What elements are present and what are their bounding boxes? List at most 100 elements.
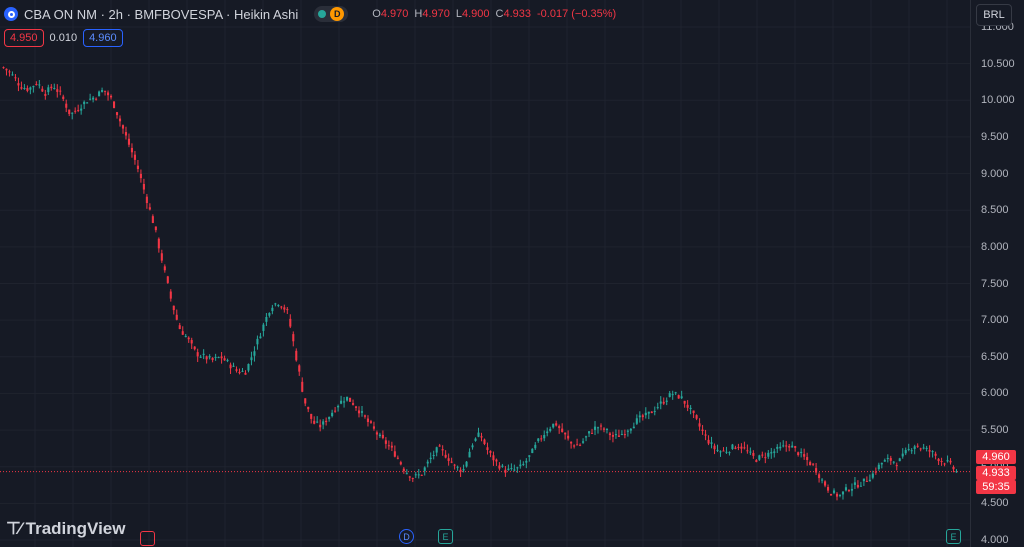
spread-value: 0.010 bbox=[49, 32, 78, 44]
candle-body bbox=[794, 446, 797, 448]
y-tick-label: 10.500 bbox=[981, 57, 1015, 70]
candle-body bbox=[465, 461, 468, 467]
candle-body bbox=[752, 452, 755, 456]
candle-body bbox=[922, 447, 925, 449]
candle-body bbox=[184, 336, 187, 338]
dividend-event-icon[interactable]: D bbox=[399, 529, 414, 544]
candle-body bbox=[791, 445, 794, 448]
candle-body bbox=[375, 432, 378, 435]
candle-body bbox=[910, 450, 913, 452]
candle-body bbox=[704, 434, 707, 436]
candle-body bbox=[806, 457, 809, 460]
earnings-event-icon-2[interactable]: E bbox=[946, 529, 961, 544]
candle-body bbox=[579, 444, 582, 446]
candle-body bbox=[77, 109, 80, 111]
candle-body bbox=[89, 98, 92, 100]
candle-body bbox=[244, 372, 247, 375]
candle-body bbox=[590, 432, 594, 434]
candle-body bbox=[38, 84, 41, 86]
candle-body bbox=[913, 446, 916, 449]
price-axis[interactable]: 11.000 10.500 10.000 9.500 9.000 8.500 8.000 7.… bbox=[970, 0, 1024, 547]
candle-body bbox=[707, 439, 710, 444]
candle-body bbox=[214, 356, 217, 358]
candle-body bbox=[181, 331, 184, 335]
candle-body bbox=[124, 132, 128, 136]
candle-body bbox=[540, 438, 543, 440]
candle-body bbox=[295, 350, 298, 361]
chart-title[interactable]: CBA ON NM · 2h · BMFBOVESPA · Heikin Ash… bbox=[24, 7, 298, 22]
candle-body bbox=[868, 479, 871, 482]
candle-body bbox=[450, 461, 453, 463]
candle-body bbox=[47, 87, 50, 93]
candle-body bbox=[298, 365, 301, 372]
buy-price-button[interactable]: 4.960 bbox=[83, 29, 123, 47]
candle-body bbox=[644, 412, 647, 416]
tradingview-logo[interactable]: ⊤⁄ TradingView bbox=[6, 519, 125, 539]
candle-body bbox=[758, 455, 761, 460]
earnings-event-icon[interactable]: E bbox=[438, 529, 453, 544]
market-status[interactable]: D bbox=[314, 6, 349, 22]
candle-body bbox=[453, 464, 456, 466]
candle-body bbox=[626, 430, 629, 432]
candle-body bbox=[829, 493, 833, 496]
candle-body bbox=[895, 465, 898, 467]
market-open-icon bbox=[318, 10, 327, 18]
candle-body bbox=[623, 434, 626, 436]
candle-body bbox=[130, 147, 134, 153]
candle-body bbox=[734, 447, 737, 449]
price-chart[interactable] bbox=[0, 0, 970, 547]
y-tick-label: 8.500 bbox=[981, 204, 1009, 217]
candle-body bbox=[761, 454, 764, 456]
candle-body bbox=[737, 446, 740, 448]
y-tick-label: 6.500 bbox=[981, 350, 1009, 363]
candle-body bbox=[381, 434, 384, 439]
sell-price-button[interactable]: 4.950 bbox=[4, 29, 44, 47]
candle-body bbox=[154, 226, 157, 231]
candle-body bbox=[498, 465, 501, 469]
candle-body bbox=[107, 92, 110, 96]
candle-body bbox=[483, 439, 486, 445]
candle-body bbox=[340, 400, 343, 404]
candle-body bbox=[334, 410, 337, 412]
candle-body bbox=[408, 476, 411, 478]
candle-body bbox=[773, 451, 776, 453]
candle-body bbox=[20, 87, 23, 89]
candle-body bbox=[121, 125, 125, 129]
candle-body bbox=[809, 462, 812, 466]
candle-body bbox=[486, 447, 489, 451]
candle-body bbox=[576, 444, 579, 446]
candle-body bbox=[883, 460, 886, 462]
candle-body bbox=[865, 480, 868, 482]
candle-body bbox=[537, 438, 540, 441]
y-tick-label: 7.000 bbox=[981, 314, 1009, 327]
candle-body bbox=[838, 494, 842, 496]
candle-body bbox=[202, 353, 205, 355]
candle-body bbox=[629, 428, 632, 431]
candle-body bbox=[818, 474, 821, 479]
high-price-label: 4.960 bbox=[976, 450, 1016, 464]
split-event-icon[interactable] bbox=[140, 531, 155, 546]
candle-body bbox=[904, 450, 907, 454]
candle-body bbox=[456, 466, 459, 468]
candle-body bbox=[420, 474, 423, 476]
candle-body bbox=[513, 469, 516, 471]
candle-body bbox=[677, 395, 680, 399]
currency-button[interactable]: BRL bbox=[976, 4, 1012, 26]
candle-body bbox=[934, 453, 937, 456]
candle-body bbox=[313, 420, 316, 424]
candle-body bbox=[695, 415, 698, 419]
candle-body bbox=[310, 413, 313, 419]
candle-body bbox=[444, 454, 447, 458]
candle-body bbox=[567, 435, 570, 439]
candle-body bbox=[169, 291, 172, 299]
candle-body bbox=[659, 401, 662, 404]
candle-body bbox=[824, 481, 827, 486]
candle-body bbox=[157, 238, 160, 249]
candle-body bbox=[680, 396, 683, 399]
candle-body bbox=[722, 450, 725, 452]
candle-body bbox=[414, 474, 417, 476]
candle-body bbox=[112, 101, 116, 108]
candle-body bbox=[952, 466, 955, 470]
candle-body bbox=[325, 420, 328, 423]
candle-body bbox=[480, 436, 483, 438]
